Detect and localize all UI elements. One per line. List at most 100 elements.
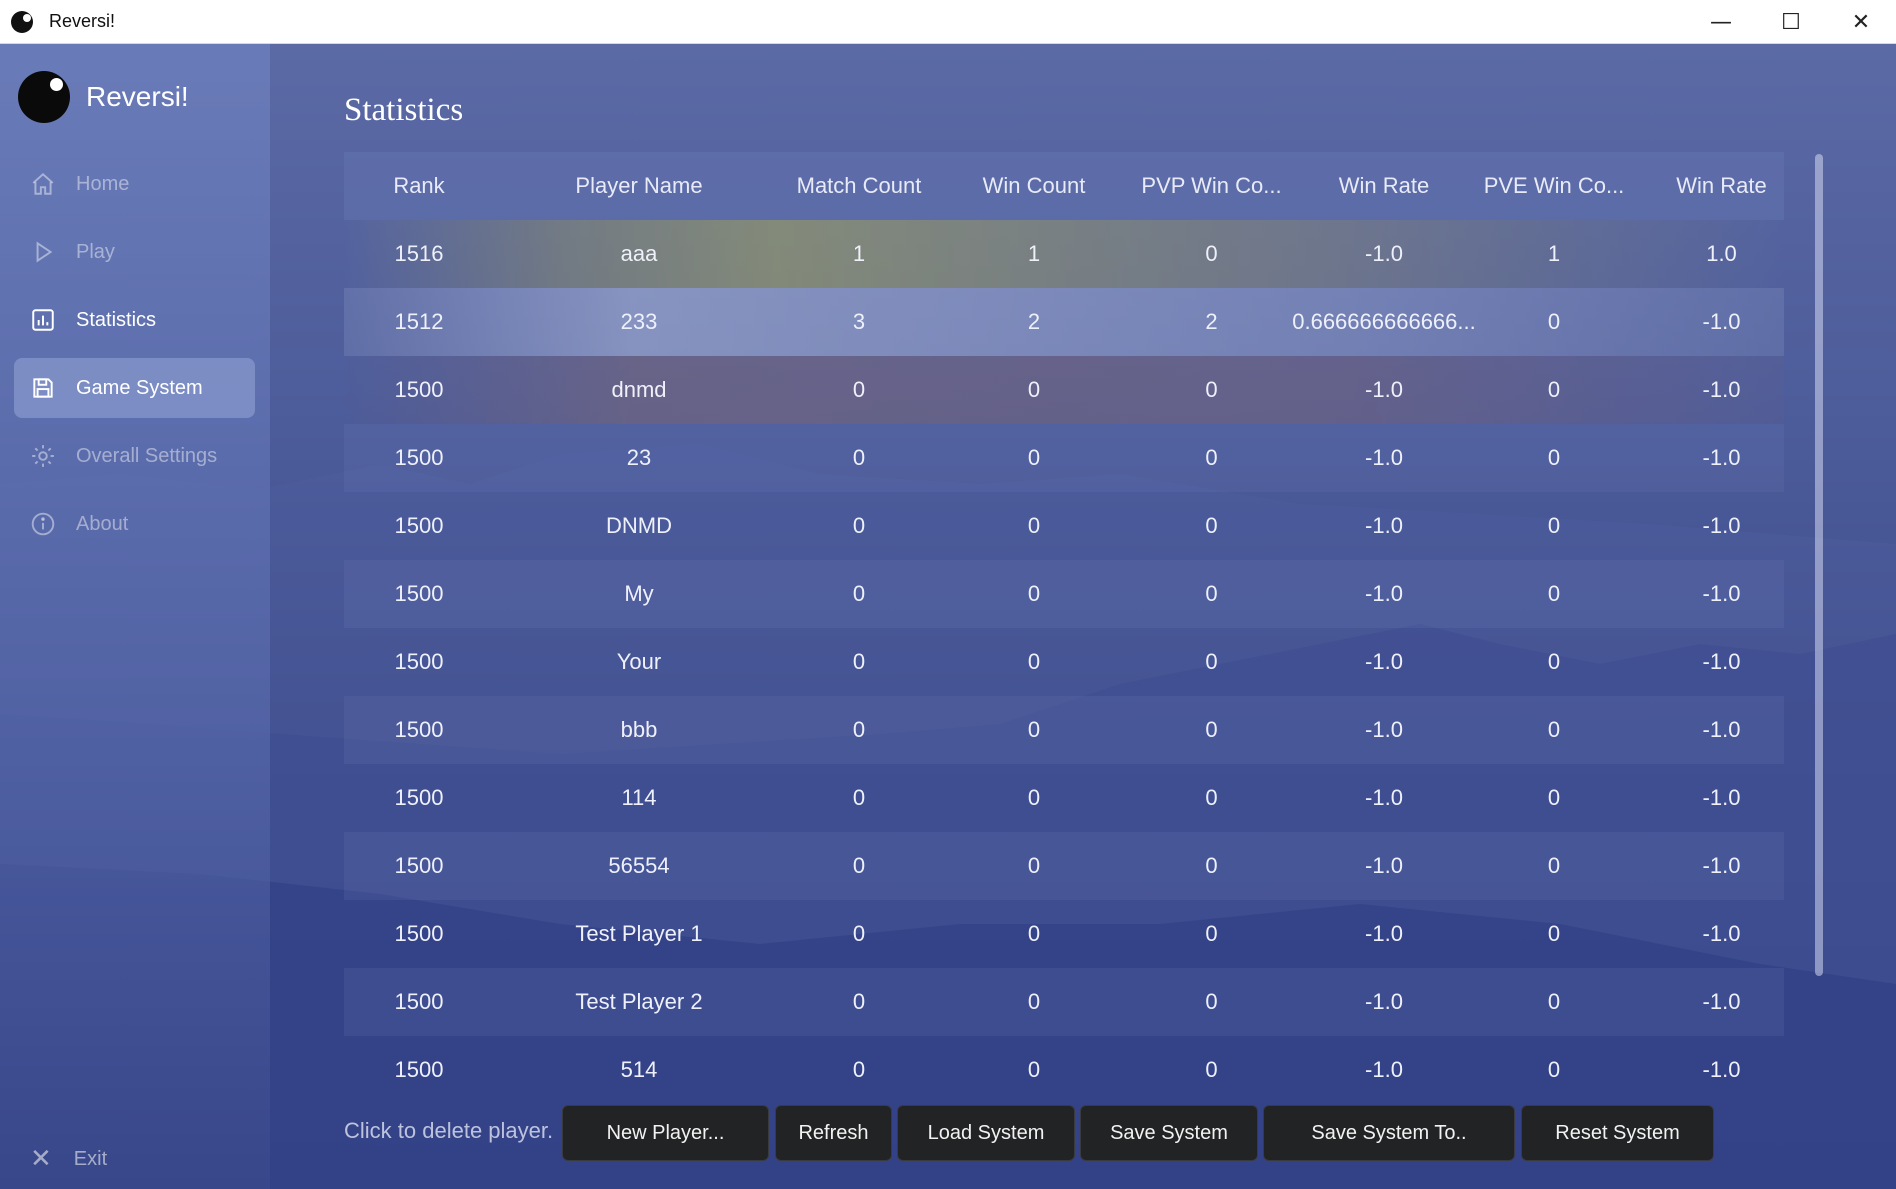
save-system-button[interactable]: Save System bbox=[1080, 1105, 1258, 1161]
cell-win-count: 0 bbox=[1027, 581, 1041, 606]
sidebar-item-about[interactable]: About bbox=[14, 494, 255, 554]
home-icon bbox=[30, 171, 56, 197]
cell-pvp-win-count: 0 bbox=[1205, 241, 1218, 266]
cell-pvp-win-count: 0 bbox=[1205, 785, 1218, 810]
delete-hint: Click to delete player. bbox=[344, 1118, 554, 1143]
sidebar-item-overall-settings[interactable]: Overall Settings bbox=[14, 426, 255, 486]
cell-pvp-win-rate: -1.0 bbox=[1365, 1057, 1403, 1082]
cell-pve-win-count: 0 bbox=[1547, 445, 1561, 470]
cell-match-count: 1 bbox=[852, 241, 866, 266]
cell-match-count: 0 bbox=[852, 581, 866, 606]
cell-pve-win-rate: -1.0 bbox=[1702, 1057, 1741, 1082]
app-logo-icon bbox=[11, 10, 33, 33]
table-row[interactable]: 1516 aaa 1 1 0 -1.0 1 1.0 bbox=[344, 220, 1784, 288]
table-row[interactable]: 1500 Test Player 1 0 0 0 -1.0 0 -1.0 bbox=[344, 900, 1784, 968]
cell-player-name: DNMD bbox=[606, 513, 672, 538]
cell-pve-win-count: 0 bbox=[1547, 989, 1561, 1014]
refresh-button[interactable]: Refresh bbox=[775, 1105, 892, 1161]
column-header-rank[interactable]: Rank bbox=[344, 173, 494, 199]
cell-pve-win-rate: 1.0 bbox=[1706, 241, 1737, 266]
column-header-pvp-win-count[interactable]: PVP Win Co... bbox=[1134, 173, 1289, 199]
close-button[interactable]: ✕ bbox=[1826, 0, 1896, 44]
table-scrollbar[interactable] bbox=[1815, 154, 1823, 976]
cell-pvp-win-rate: -1.0 bbox=[1365, 785, 1403, 810]
sidebar-item-label: Play bbox=[76, 240, 115, 263]
cell-rank: 1500 bbox=[394, 785, 444, 810]
table-row[interactable]: 1500 Test Player 2 0 0 0 -1.0 0 -1.0 bbox=[344, 968, 1784, 1036]
cell-match-count: 0 bbox=[852, 445, 866, 470]
cell-pve-win-rate: -1.0 bbox=[1702, 377, 1741, 402]
sidebar-item-label: Home bbox=[76, 172, 130, 195]
cell-pve-win-count: 0 bbox=[1547, 513, 1561, 538]
info-icon bbox=[30, 511, 56, 537]
table-row[interactable]: 1500 56554 0 0 0 -1.0 0 -1.0 bbox=[344, 832, 1784, 900]
column-header-player-name[interactable]: Player Name bbox=[494, 173, 784, 199]
cell-win-count: 0 bbox=[1027, 989, 1041, 1014]
table-row[interactable]: 1500 114 0 0 0 -1.0 0 -1.0 bbox=[344, 764, 1784, 832]
cell-rank: 1512 bbox=[394, 309, 444, 334]
column-header-pve-win-count[interactable]: PVE Win Co... bbox=[1479, 173, 1629, 199]
table-row[interactable]: 1512 233 3 2 2 0.666666666666... 0 -1.0 bbox=[344, 288, 1784, 356]
new-player-button[interactable]: New Player... bbox=[562, 1105, 769, 1161]
cell-pvp-win-rate: -1.0 bbox=[1365, 241, 1403, 266]
cell-win-count: 0 bbox=[1027, 513, 1041, 538]
chart-icon bbox=[30, 307, 56, 333]
reset-system-button[interactable]: Reset System bbox=[1521, 1105, 1714, 1161]
cell-pvp-win-rate: -1.0 bbox=[1365, 717, 1403, 742]
table-row[interactable]: 1500 bbb 0 0 0 -1.0 0 -1.0 bbox=[344, 696, 1784, 764]
cell-pve-win-rate: -1.0 bbox=[1702, 989, 1741, 1014]
cell-player-name: dnmd bbox=[611, 377, 667, 402]
cell-match-count: 0 bbox=[852, 513, 866, 538]
page-title: Statistics bbox=[344, 92, 464, 128]
cell-rank: 1500 bbox=[394, 513, 444, 538]
cell-rank: 1516 bbox=[394, 241, 444, 266]
cell-pvp-win-rate: -1.0 bbox=[1365, 649, 1403, 674]
cell-pvp-win-count: 0 bbox=[1205, 989, 1218, 1014]
save-icon bbox=[30, 375, 56, 401]
cell-pve-win-rate: -1.0 bbox=[1702, 717, 1741, 742]
cell-rank: 1500 bbox=[394, 921, 444, 946]
window-title: Reversi! bbox=[49, 11, 116, 31]
table-row[interactable]: 1500 My 0 0 0 -1.0 0 -1.0 bbox=[344, 560, 1784, 628]
cell-rank: 1500 bbox=[394, 1057, 444, 1082]
cell-pvp-win-rate: -1.0 bbox=[1365, 581, 1403, 606]
maximize-button[interactable]: ☐ bbox=[1756, 0, 1826, 44]
save-system-to-button[interactable]: Save System To.. bbox=[1263, 1105, 1515, 1161]
sidebar-item-home[interactable]: Home bbox=[14, 154, 255, 214]
brand-name: Reversi! bbox=[86, 81, 189, 112]
table-row[interactable]: 1500 dnmd 0 0 0 -1.0 0 -1.0 bbox=[344, 356, 1784, 424]
minimize-button[interactable]: — bbox=[1686, 0, 1756, 44]
column-header-pve-win-rate[interactable]: Win Rate bbox=[1629, 173, 1814, 199]
cell-pvp-win-count: 0 bbox=[1205, 853, 1218, 878]
cell-pve-win-count: 1 bbox=[1547, 241, 1561, 266]
exit-button[interactable]: ✕ Exit bbox=[30, 1144, 107, 1174]
column-header-pvp-win-rate[interactable]: Win Rate bbox=[1289, 173, 1479, 199]
reversi-logo-icon bbox=[18, 71, 70, 123]
cell-pvp-win-rate: -1.0 bbox=[1365, 853, 1403, 878]
cell-pvp-win-rate: -1.0 bbox=[1365, 445, 1403, 470]
cell-pve-win-rate: -1.0 bbox=[1702, 309, 1741, 334]
table-row[interactable]: 1500 DNMD 0 0 0 -1.0 0 -1.0 bbox=[344, 492, 1784, 560]
cell-rank: 1500 bbox=[394, 581, 444, 606]
cell-rank: 1500 bbox=[394, 853, 444, 878]
column-header-win-count[interactable]: Win Count bbox=[934, 173, 1134, 199]
cell-player-name: aaa bbox=[620, 241, 658, 266]
table-row[interactable]: 1500 Your 0 0 0 -1.0 0 -1.0 bbox=[344, 628, 1784, 696]
cell-rank: 1500 bbox=[394, 717, 444, 742]
column-header-match-count[interactable]: Match Count bbox=[784, 173, 934, 199]
cell-match-count: 0 bbox=[852, 785, 866, 810]
table-row[interactable]: 1500 514 0 0 0 -1.0 0 -1.0 bbox=[344, 1036, 1784, 1104]
cell-pvp-win-count: 0 bbox=[1205, 513, 1218, 538]
cell-player-name: Your bbox=[616, 649, 662, 674]
cell-player-name: 23 bbox=[626, 445, 652, 470]
sidebar-item-game-system[interactable]: Game System bbox=[14, 358, 255, 418]
cell-rank: 1500 bbox=[394, 445, 444, 470]
cell-pvp-win-count: 0 bbox=[1205, 717, 1218, 742]
cell-pve-win-rate: -1.0 bbox=[1702, 649, 1741, 674]
cell-win-count: 0 bbox=[1027, 853, 1041, 878]
sidebar-item-statistics[interactable]: Statistics bbox=[14, 290, 255, 350]
cell-pve-win-count: 0 bbox=[1547, 581, 1561, 606]
load-system-button[interactable]: Load System bbox=[897, 1105, 1075, 1161]
sidebar-item-play[interactable]: Play bbox=[14, 222, 255, 282]
table-row[interactable]: 1500 23 0 0 0 -1.0 0 -1.0 bbox=[344, 424, 1784, 492]
